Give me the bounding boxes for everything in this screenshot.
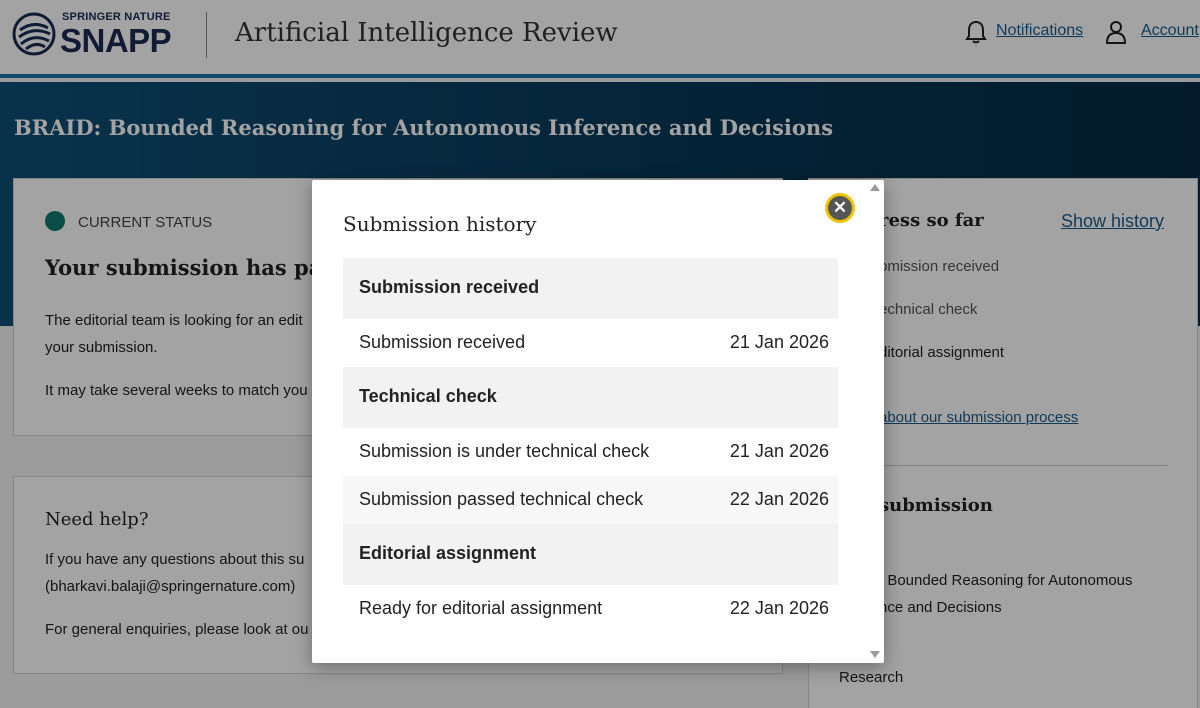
- history-section-header: Editorial assignment: [343, 524, 838, 585]
- scroll-down-arrow-icon[interactable]: [870, 651, 880, 658]
- history-event-row: Submission is under technical check 21 J…: [343, 428, 838, 476]
- history-event-row: Submission received 21 Jan 2026: [343, 319, 838, 367]
- dialog-title: Submission history: [343, 212, 537, 236]
- history-event-row: Submission passed technical check 22 Jan…: [343, 476, 838, 524]
- event-label: Submission passed technical check: [359, 489, 644, 509]
- history-event-row: Ready for editorial assignment 22 Jan 20…: [343, 585, 838, 633]
- section-label: Technical check: [359, 386, 497, 406]
- close-icon: ✕: [828, 196, 852, 220]
- event-label: Ready for editorial assignment: [359, 598, 603, 618]
- history-section-header: Technical check: [343, 367, 838, 428]
- history-section-header: Submission received: [343, 258, 838, 319]
- event-date: 21 Jan 2026: [729, 332, 829, 352]
- section-label: Editorial assignment: [359, 543, 537, 563]
- event-date: 22 Jan 2026: [729, 598, 829, 618]
- section-label: Submission received: [359, 277, 540, 297]
- event-date: 22 Jan 2026: [729, 489, 829, 509]
- event-date: 21 Jan 2026: [729, 441, 829, 461]
- scroll-up-arrow-icon[interactable]: [870, 184, 880, 191]
- event-label: Submission received: [359, 332, 526, 352]
- event-label: Submission is under technical check: [359, 441, 650, 461]
- submission-history-dialog: Submission history ✕ Submission received…: [312, 180, 884, 663]
- close-button[interactable]: ✕: [825, 193, 855, 223]
